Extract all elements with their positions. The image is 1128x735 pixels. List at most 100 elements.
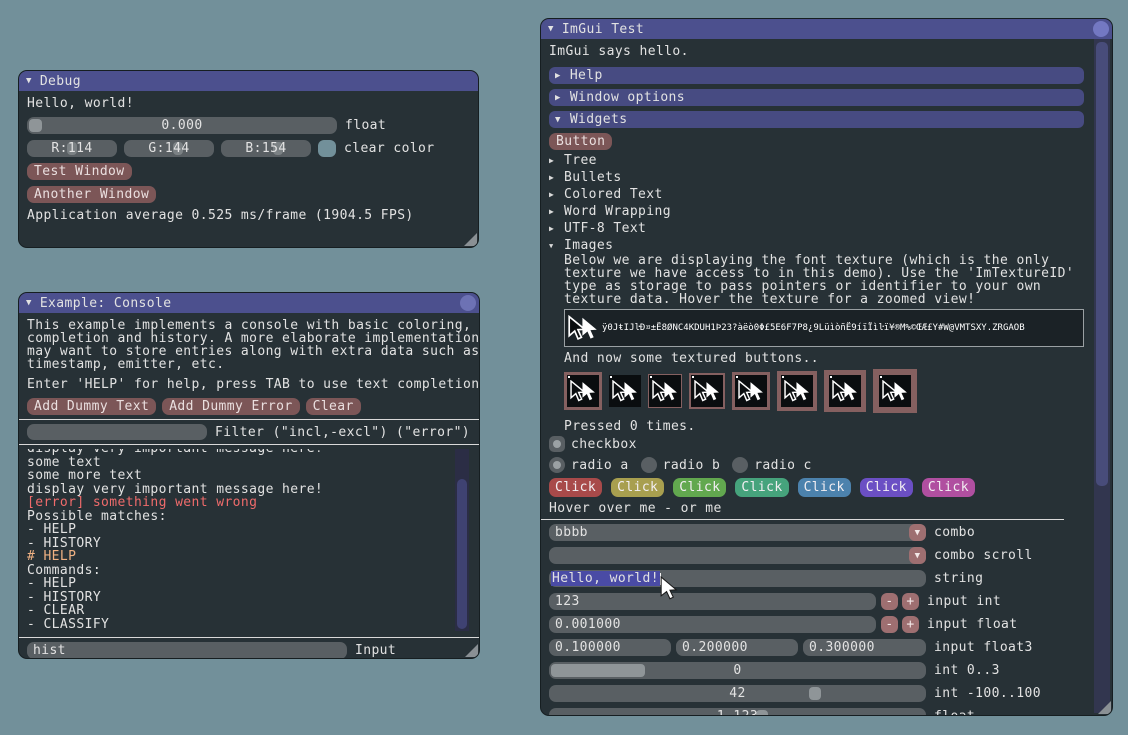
click-button-1[interactable]: Click (549, 478, 602, 497)
log-line-error: [error] something went wrong (27, 496, 471, 510)
tree-label: Colored Text (564, 187, 663, 202)
clear-button[interactable]: Clear (306, 398, 361, 415)
console-titlebar[interactable]: ▼ Example: Console (19, 293, 479, 313)
string-input[interactable]: Hello, world! (549, 570, 926, 587)
image-button-3[interactable] (689, 373, 725, 409)
header-label: Widgets (570, 112, 628, 127)
separator (19, 444, 479, 445)
color-edit-r[interactable]: R:114 (27, 140, 117, 157)
filter-label: Filter ("incl,-excl") ("error") (215, 425, 470, 440)
log-line: - CLEAR (27, 604, 471, 618)
click-button-5[interactable]: Click (798, 478, 851, 497)
tree-node-utf8[interactable]: ▶ UTF-8 Text (549, 220, 1084, 237)
log-scrollbar-thumb[interactable] (457, 479, 467, 629)
plus-button[interactable]: + (902, 616, 919, 633)
slider-grab[interactable] (809, 687, 821, 700)
minus-button[interactable]: - (881, 593, 898, 610)
close-circle-button[interactable] (460, 295, 476, 311)
input-int-field[interactable]: 123 (549, 593, 876, 610)
tree-node-images[interactable]: ▼ Images (549, 237, 1084, 254)
combo-scroll-box[interactable]: ▼ (549, 547, 926, 564)
slider-grab[interactable] (29, 119, 42, 132)
tree-node-bullets[interactable]: ▶ Bullets (549, 169, 1084, 186)
debug-titlebar[interactable]: ▼ Debug (19, 71, 478, 91)
tree-label: Bullets (564, 170, 622, 185)
clear-color-swatch[interactable] (318, 140, 336, 157)
b-value: B:154 (245, 141, 286, 156)
image-button-0[interactable] (564, 372, 602, 410)
tree-closed-icon: ▶ (549, 207, 564, 216)
font-texture-image[interactable]: ýÇf}-{ÿj()[]|¥ÝBÑòÙõóÃÂÀÄö½¼ÙÚŽŠ8éê/â/èÞ… (564, 309, 1084, 347)
color-edit-b[interactable]: B:154 (221, 140, 311, 157)
hover-text[interactable]: Hover over me - or me (549, 502, 1084, 515)
image-button-2[interactable] (648, 374, 682, 408)
separator (19, 637, 479, 638)
fps-stats: Application average 0.525 ms/frame (1904… (27, 209, 470, 222)
slider-float[interactable]: 1.123 (549, 708, 926, 716)
slider-grab[interactable] (551, 664, 645, 677)
console-input[interactable]: hist (27, 642, 347, 659)
test-window-button[interactable]: Test Window (27, 163, 132, 180)
minus-button[interactable]: - (881, 616, 898, 633)
image-button-5[interactable] (777, 371, 817, 411)
tree-node-word-wrapping[interactable]: ▶ Word Wrapping (549, 203, 1084, 220)
image-button-7[interactable] (873, 369, 917, 413)
header-help[interactable]: ▶ Help (549, 67, 1084, 84)
button-widget[interactable]: Button (549, 133, 612, 150)
close-circle-button[interactable] (1093, 21, 1109, 37)
input-float3-x[interactable]: 0.100000 (549, 639, 671, 656)
input-float3-y[interactable]: 0.200000 (676, 639, 798, 656)
slider-int-0-3[interactable]: 0 (549, 662, 926, 679)
click-button-7[interactable]: Click (922, 478, 975, 497)
collapse-icon[interactable]: ▼ (26, 71, 32, 91)
another-window-button[interactable]: Another Window (27, 186, 156, 203)
header-window-options[interactable]: ▶ Window options (549, 89, 1084, 106)
combo-arrow-icon[interactable]: ▼ (909, 524, 926, 541)
resize-grip[interactable] (464, 233, 477, 246)
imgui-titlebar[interactable]: ▼ ImGui Test (541, 19, 1112, 39)
tree-closed-icon: ▶ (549, 190, 564, 199)
collapse-icon[interactable]: ▼ (26, 293, 32, 313)
plus-button[interactable]: + (902, 593, 919, 610)
float-slider[interactable]: 0.000 (27, 117, 337, 134)
log-scrollbar[interactable] (455, 449, 469, 631)
help-text: Enter 'HELP' for help, press TAB to use … (27, 378, 471, 391)
desktop: { "icons": { "open_tri": "▼", "closed_tr… (0, 0, 1128, 735)
header-widgets[interactable]: ▼ Widgets (549, 111, 1084, 128)
click-button-6[interactable]: Click (860, 478, 913, 497)
checkbox-label: checkbox (571, 437, 637, 452)
slider-int2-label: int -100..100 (934, 686, 1041, 701)
r-value: R:114 (51, 141, 92, 156)
hello-text: Hello, world! (27, 97, 470, 110)
filter-input[interactable] (27, 424, 207, 440)
tree-node-colored-text[interactable]: ▶ Colored Text (549, 186, 1084, 203)
float3-z-value: 0.300000 (809, 640, 875, 655)
slider-float-label: float (934, 709, 975, 716)
combo-box[interactable]: bbbb ▼ (549, 524, 926, 541)
add-dummy-text-button[interactable]: Add Dummy Text (27, 398, 156, 415)
slider-int-100-100[interactable]: 42 (549, 685, 926, 702)
tree-node-tree[interactable]: ▶ Tree (549, 152, 1084, 169)
radio-a-label: radio a (571, 458, 629, 473)
image-button-1[interactable] (609, 375, 641, 407)
input-float3-z[interactable]: 0.300000 (803, 639, 926, 656)
window-scrollbar-thumb[interactable] (1096, 42, 1108, 486)
image-button-6[interactable] (824, 370, 866, 412)
image-button-4[interactable] (732, 372, 770, 410)
radio-c[interactable] (732, 457, 748, 473)
collapse-icon[interactable]: ▼ (548, 19, 554, 39)
slider-grab[interactable] (756, 710, 768, 716)
tree-label: UTF-8 Text (564, 221, 646, 236)
color-edit-g[interactable]: G:144 (124, 140, 214, 157)
add-dummy-error-button[interactable]: Add Dummy Error (162, 398, 299, 415)
click-button-2[interactable]: Click (611, 478, 664, 497)
click-button-4[interactable]: Click (735, 478, 788, 497)
radio-b[interactable] (641, 457, 657, 473)
log-line-command: # HELP (27, 550, 471, 564)
combo-arrow-icon[interactable]: ▼ (909, 547, 926, 564)
input-float-field[interactable]: 0.001000 (549, 616, 876, 633)
checkbox[interactable] (549, 436, 565, 452)
window-scrollbar[interactable] (1094, 39, 1110, 713)
click-button-3[interactable]: Click (673, 478, 726, 497)
radio-a[interactable] (549, 457, 565, 473)
